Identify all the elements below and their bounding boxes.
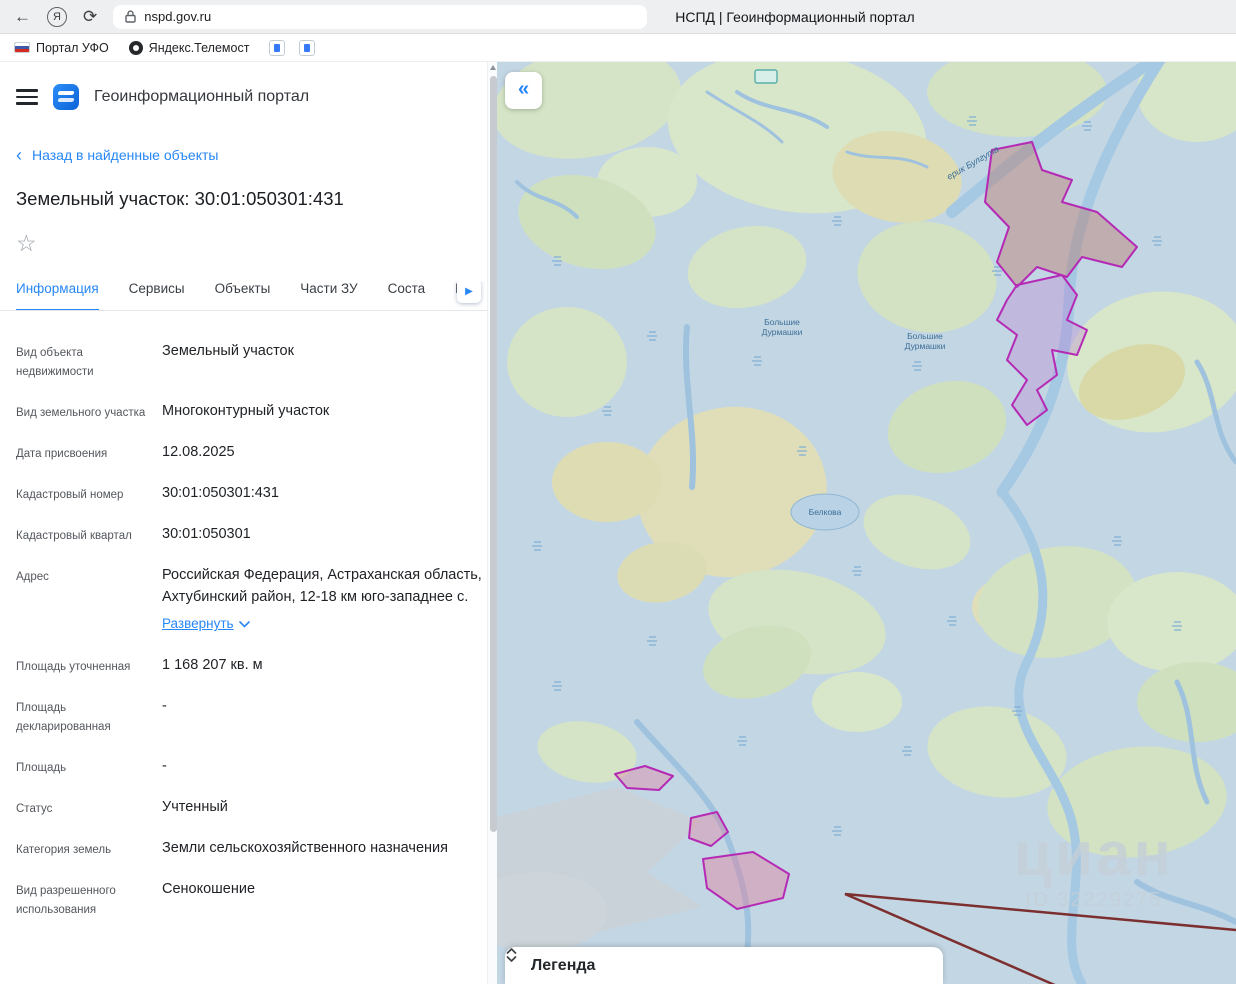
field-row: Вид разрешенного использования Сенокошен…: [16, 879, 497, 920]
field-row: Площадь уточненная 1 168 207 кв. м: [16, 655, 497, 677]
back-link-label: Назад в найденные объекты: [32, 147, 219, 163]
tabs-scroll-right-button[interactable]: ▶: [457, 281, 481, 303]
field-value: Многоконтурный участок: [162, 402, 330, 419]
field-value: Земли сельскохозяйственного назначения: [162, 839, 448, 856]
bookmark-favicon-2[interactable]: [299, 39, 316, 56]
address-text: Российская Федерация, Астраханская облас…: [162, 566, 482, 605]
field-value: 1 168 207 кв. м: [162, 657, 263, 674]
field-value: 30:01:050301: [162, 525, 251, 542]
field-row: Вид объекта недвижимости Земельный участ…: [16, 341, 497, 382]
map-feature-teal: [754, 69, 778, 84]
page-title: Земельный участок: 30:01:050301:431: [16, 188, 344, 209]
back-to-results-link[interactable]: ‹ Назад в найденные объекты: [16, 146, 481, 164]
field-value: Российская Федерация, Астраханская облас…: [162, 565, 497, 636]
field-row: Площадь -: [16, 756, 497, 778]
panel-header: Геоинформационный портал: [0, 62, 497, 110]
expand-collapse-icon[interactable]: [505, 947, 518, 963]
tab-sostav[interactable]: Соста: [388, 281, 426, 310]
chevron-down-icon: [238, 621, 250, 628]
bookmarks-bar: Портал УФО Яндекс.Телемост: [0, 34, 1236, 62]
map-canvas[interactable]: Большие Дурмашки Большие Дурмашки Белков…: [497, 62, 1236, 984]
field-value: Земельный участок: [162, 343, 294, 359]
bookmark-label: Портал УФО: [36, 40, 109, 55]
russia-flag-icon: [14, 42, 30, 53]
field-label: Вид разрешенного использования: [16, 884, 116, 916]
address-bar[interactable]: nspd.gov.ru: [113, 4, 648, 29]
nspd-logo-icon[interactable]: [53, 84, 79, 110]
tab-chasti-zu[interactable]: Части ЗУ: [300, 281, 357, 310]
field-value: Учтенный: [162, 798, 228, 815]
field-label: Площадь: [16, 761, 67, 774]
field-label: Площадь декларированная: [16, 702, 111, 733]
bookmark-favicon-1[interactable]: [269, 39, 286, 56]
field-value: -: [162, 698, 167, 715]
map-label-settlement: Большие: [907, 331, 943, 341]
scrollbar-up-arrow[interactable]: [490, 65, 496, 70]
double-chevron-left-icon: «: [517, 77, 530, 100]
legend-panel[interactable]: Легенда: [505, 947, 943, 984]
reload-icon[interactable]: ⟳: [83, 8, 97, 25]
object-info-panel: Геоинформационный портал ‹ Назад в найде…: [0, 62, 497, 984]
bookmark-telemost[interactable]: Яндекс.Телемост: [128, 40, 250, 55]
tab-servisy[interactable]: Сервисы: [129, 281, 185, 310]
field-row: Дата присвоения 12.08.2025: [16, 442, 497, 464]
browser-window: ← Я ⟳ nspd.gov.ru НСПД | Геоинформационн…: [0, 0, 1236, 984]
field-value: 30:01:050301:431: [162, 484, 279, 501]
map-label-settlement: Дурмашки: [762, 327, 803, 337]
field-value: 12.08.2025: [162, 443, 235, 460]
address-expand-link[interactable]: Развернуть: [162, 614, 250, 634]
field-row: Категория земель Земли сельскохозяйствен…: [16, 838, 497, 860]
field-row: Площадь декларированная -: [16, 696, 497, 737]
field-row-address: Адрес Российская Федерация, Астраханская…: [16, 565, 497, 636]
map-label-settlement: Большие: [764, 317, 800, 327]
field-value: Сенокошение: [162, 880, 256, 897]
field-label: Статус: [16, 802, 53, 815]
field-label: Площадь уточненная: [16, 661, 131, 674]
field-row: Кадастровый квартал 30:01:050301: [16, 524, 497, 546]
triangle-right-icon: ▶: [465, 285, 473, 297]
field-row: Вид земельного участка Многоконтурный уч…: [16, 401, 497, 423]
browser-toolbar: ← Я ⟳ nspd.gov.ru НСПД | Геоинформационн…: [0, 0, 1236, 34]
field-row: Кадастровый номер 30:01:050301:431: [16, 483, 497, 505]
tab-obekty[interactable]: Объекты: [215, 281, 271, 310]
app-title: Геоинформационный портал: [94, 88, 310, 105]
menu-icon[interactable]: [16, 85, 38, 108]
panel-scrollbar[interactable]: [487, 62, 497, 984]
field-row: Статус Учтенный: [16, 797, 497, 819]
url-text: nspd.gov.ru: [144, 9, 212, 24]
browser-back-icon[interactable]: ←: [14, 8, 31, 25]
app-body: Геоинформационный портал ‹ Назад в найде…: [0, 62, 1236, 984]
chevron-left-icon: ‹: [16, 145, 22, 165]
panel-collapse-button[interactable]: «: [505, 72, 542, 109]
field-label: Дата присвоения: [16, 447, 108, 460]
telemost-icon: [128, 40, 143, 55]
yandex-browser-icon[interactable]: Я: [47, 6, 67, 27]
map-label-settlement: Дурмашки: [905, 341, 946, 351]
field-label: Вид объекта недвижимости: [16, 347, 94, 378]
bookmark-label: Яндекс.Телемост: [148, 40, 250, 55]
field-label: Вид земельного участка: [16, 406, 146, 419]
legend-title: Легенда: [531, 956, 596, 974]
field-label: Кадастровый квартал: [16, 529, 132, 542]
scrollbar-thumb[interactable]: [489, 76, 497, 832]
field-value: -: [162, 757, 167, 774]
field-label: Кадастровый номер: [16, 488, 124, 501]
bookmark-portal-ufo[interactable]: Портал УФО: [14, 41, 109, 55]
tab-bar: Информация Сервисы Объекты Части ЗУ Сост…: [0, 281, 497, 311]
expand-label: Развернуть: [162, 616, 234, 632]
favorite-star-icon[interactable]: ☆: [16, 230, 44, 257]
attributes-list: Вид объекта недвижимости Земельный участ…: [0, 341, 497, 920]
field-label: Категория земель: [16, 843, 112, 856]
tab-informatsiya[interactable]: Информация: [16, 281, 99, 310]
map-label-lake: Белкова: [809, 507, 842, 517]
lock-icon: [125, 10, 136, 23]
browser-page-title: НСПД | Геоинформационный портал: [675, 8, 915, 25]
map-graphics: Большие Дурмашки Большие Дурмашки Белков…: [497, 62, 1236, 984]
field-label: Адрес: [16, 570, 49, 583]
